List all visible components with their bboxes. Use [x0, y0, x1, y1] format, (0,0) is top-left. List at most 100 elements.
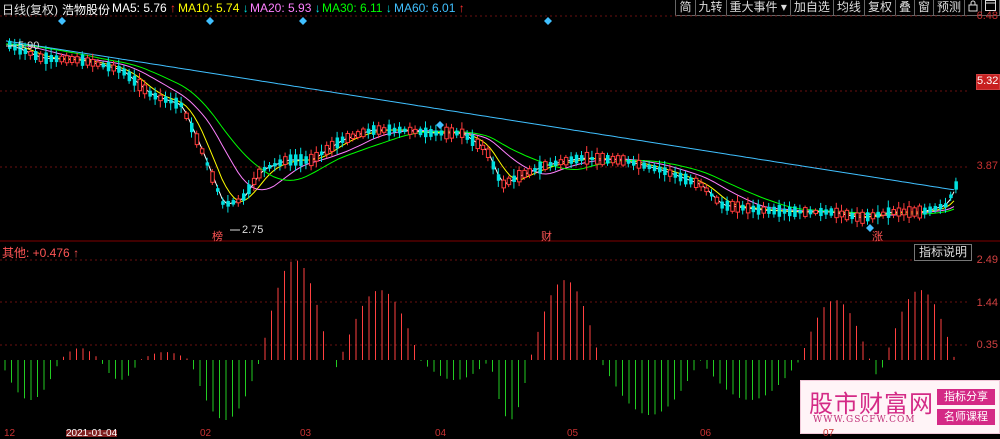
event-marker-icon[interactable] — [206, 17, 214, 25]
date-label: 04 — [435, 428, 447, 439]
candle-body — [632, 160, 636, 166]
candle-body — [69, 56, 75, 64]
event-marker-icon[interactable] — [436, 121, 444, 129]
candle-body — [741, 204, 745, 211]
candle-body — [459, 128, 465, 138]
candle-body — [179, 102, 184, 107]
candle-body — [174, 97, 178, 109]
candle-body — [501, 179, 506, 189]
candle-body — [283, 156, 288, 165]
candle-body — [855, 212, 860, 222]
candle-body — [101, 63, 106, 68]
candle-body — [210, 171, 215, 183]
candle-body — [85, 57, 90, 66]
candle-body — [548, 162, 553, 167]
teacher-course-tag[interactable]: 名师课程 — [937, 409, 995, 425]
candle-body — [137, 78, 142, 92]
candle-body — [184, 112, 189, 119]
candle-body — [886, 207, 891, 218]
candle-body — [767, 206, 771, 214]
candle-body — [621, 155, 626, 166]
candle-body — [44, 52, 48, 64]
candle-body — [714, 196, 720, 204]
candle-body — [381, 127, 387, 133]
candle-body — [761, 206, 766, 214]
candle-body — [829, 208, 834, 216]
candle-body — [923, 207, 927, 215]
candle-body — [439, 130, 444, 136]
event-marker-icon[interactable] — [544, 17, 552, 25]
candle-body — [949, 194, 953, 199]
candle-body — [506, 177, 512, 186]
candle-body — [242, 193, 246, 201]
current-price-label: 5.32 — [976, 74, 1000, 90]
candle-body — [584, 151, 590, 165]
candle-body — [756, 204, 761, 215]
watermark-url: WWW.GSCFW.COM — [813, 415, 916, 425]
limit-up-badge[interactable]: 涨 — [872, 228, 883, 244]
candle-body — [148, 90, 152, 97]
candle-body — [580, 155, 584, 161]
candle-body — [725, 200, 730, 211]
candle-body — [663, 167, 667, 176]
indicator-help-button[interactable]: 指标说明 — [914, 244, 972, 261]
candle-body — [122, 68, 126, 76]
candle-body — [751, 205, 756, 213]
candle-body — [512, 175, 516, 182]
finance-badge[interactable]: 财 — [541, 228, 552, 244]
candle-body — [860, 211, 865, 224]
candle-body — [429, 129, 433, 137]
candle-body — [522, 169, 527, 178]
ranking-badge[interactable]: 榜 — [212, 228, 223, 244]
watermark-logo: 股市财富网 WWW.GSCFW.COM 指标分享 名师课程 — [800, 380, 1000, 434]
candle-body — [876, 211, 880, 218]
high-price-label: 5.90 — [18, 40, 40, 52]
candle-body — [470, 134, 475, 146]
candle-body — [569, 156, 574, 164]
candle-body — [345, 133, 350, 143]
candle-body — [704, 187, 709, 193]
candle-body — [164, 96, 168, 103]
candle-body — [350, 133, 356, 140]
candle-body — [324, 144, 330, 155]
candle-body — [403, 128, 407, 132]
candle-body — [574, 154, 579, 164]
candle-body — [216, 188, 220, 192]
date-label-selected: 2021-01-04 — [66, 428, 118, 439]
candle-body — [236, 198, 241, 204]
candle-body — [398, 126, 402, 134]
candle-body — [361, 128, 366, 138]
price-axis-mid: 3.87 — [976, 160, 998, 172]
candle-body — [127, 71, 132, 82]
candle-body — [314, 151, 319, 162]
candle-body — [366, 128, 371, 134]
candle-body — [693, 177, 699, 189]
candle-body — [496, 174, 501, 181]
candle-body — [95, 61, 101, 67]
candle-body — [387, 124, 392, 136]
candle-body — [288, 154, 293, 166]
candle-body — [320, 151, 324, 156]
candle-body — [824, 209, 828, 215]
candle-body — [299, 154, 303, 166]
candle-body — [8, 40, 12, 49]
event-marker-icon[interactable] — [58, 17, 66, 25]
candle-body — [132, 75, 137, 86]
candle-body — [449, 127, 454, 139]
candle-body — [372, 125, 376, 135]
candle-body — [485, 148, 491, 159]
candle-body — [870, 212, 876, 220]
candle-body — [595, 152, 600, 165]
candle-body — [247, 184, 251, 195]
kline-chart[interactable] — [0, 0, 1000, 437]
candle-body — [480, 144, 486, 151]
candle-body — [475, 138, 480, 150]
candle-body — [652, 165, 657, 172]
indicator-share-tag[interactable]: 指标分享 — [937, 389, 995, 405]
event-marker-icon[interactable] — [299, 17, 307, 25]
candle-body — [844, 209, 850, 221]
candle-body — [221, 201, 225, 205]
candle-body — [13, 43, 17, 51]
candle-body — [34, 51, 38, 61]
candle-body — [80, 54, 85, 66]
